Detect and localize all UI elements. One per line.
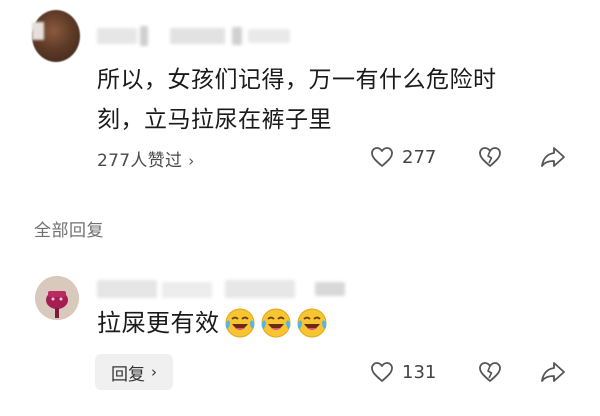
chevron-right-icon: › — [151, 363, 157, 381]
heart-outline-icon — [371, 147, 393, 167]
blur-segment — [248, 29, 290, 43]
reply-dislike-button[interactable] — [478, 361, 502, 383]
blur-segment — [232, 27, 242, 45]
heart-outline-icon — [371, 362, 393, 382]
reply-button[interactable]: 回复 › — [95, 354, 173, 390]
blur-segment — [315, 282, 345, 296]
avatar-image — [35, 276, 79, 320]
blur-segment — [170, 28, 225, 44]
reply-avatar[interactable] — [35, 276, 79, 320]
reply-button-label: 回复 — [111, 364, 145, 385]
dislike-button[interactable] — [478, 146, 502, 168]
reply-like-count: 131 — [402, 361, 437, 383]
like-count: 277 — [402, 146, 437, 168]
likes-link[interactable]: 277人赞过 › — [97, 146, 195, 171]
reply-text: 拉屎更有效 — [97, 309, 220, 337]
comment-text: 所以，女孩们记得，万一有什么危险时 刻，立马拉尿在裤子里 — [97, 60, 587, 140]
avatar[interactable] — [32, 10, 80, 62]
crying-laughing-emoji-icon — [225, 308, 254, 338]
blur-segment — [97, 280, 157, 298]
blur-segment — [140, 26, 148, 46]
share-arrow-icon — [541, 147, 565, 167]
share-arrow-icon — [541, 362, 565, 382]
likes-link-label: 277人赞过 — [97, 151, 183, 171]
reply-like-button[interactable]: 131 — [370, 361, 436, 383]
comment-text-line: 所以，女孩们记得，万一有什么危险时 — [97, 67, 497, 93]
crying-laughing-emoji-icon — [297, 308, 326, 338]
avatar-image-detail — [32, 22, 44, 40]
replies-section-label: 全部回复 — [34, 221, 104, 241]
crying-laughing-emoji-icon — [261, 308, 290, 338]
reply-content: 拉屎更有效 — [97, 305, 328, 341]
reply-share-button[interactable] — [540, 361, 566, 383]
comment-text-line: 刻，立马拉尿在裤子里 — [97, 107, 332, 133]
blur-segment — [97, 28, 137, 44]
blur-segment — [162, 282, 212, 298]
share-button[interactable] — [540, 146, 566, 168]
chevron-right-icon: › — [188, 152, 195, 170]
blur-segment — [225, 280, 295, 298]
broken-heart-icon — [479, 362, 501, 382]
broken-heart-icon — [479, 147, 501, 167]
like-button[interactable]: 277 — [370, 146, 436, 168]
